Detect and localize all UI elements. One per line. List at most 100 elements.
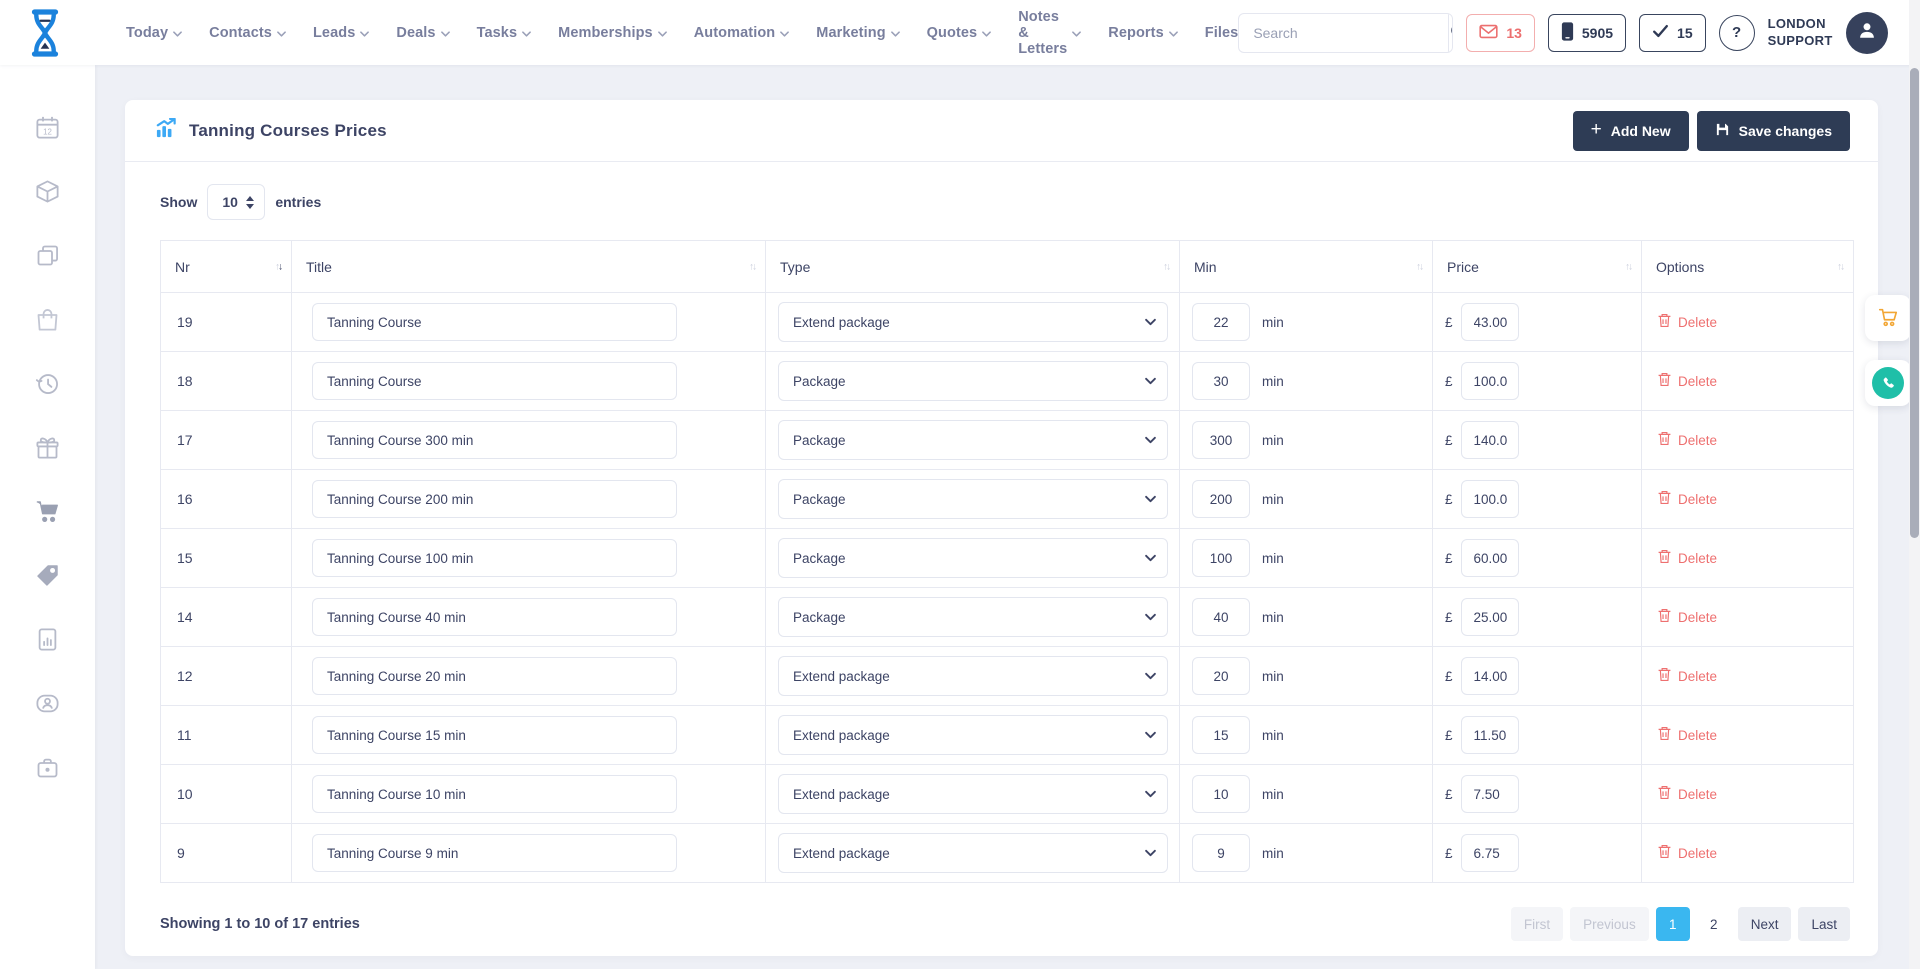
delete-button[interactable]: Delete <box>1658 490 1717 508</box>
app-logo-hourglass-icon[interactable] <box>24 6 66 60</box>
nav-item-deals[interactable]: Deals <box>396 25 449 41</box>
nav-item-marketing[interactable]: Marketing <box>816 25 899 41</box>
title-input[interactable] <box>312 775 677 813</box>
vertical-scrollbar[interactable] <box>1909 0 1920 969</box>
help-button[interactable]: ? <box>1719 15 1755 51</box>
floating-phone-button[interactable] <box>1865 360 1911 406</box>
type-select[interactable]: Package <box>778 597 1168 637</box>
page-button-next[interactable]: Next <box>1738 907 1792 941</box>
calls-badge[interactable]: 5905 <box>1548 14 1626 52</box>
type-select[interactable]: Extend package <box>778 833 1168 873</box>
delete-button[interactable]: Delete <box>1658 785 1717 803</box>
messages-badge[interactable]: 13 <box>1466 14 1535 52</box>
min-input[interactable] <box>1192 775 1250 813</box>
tasks-badge[interactable]: 15 <box>1639 14 1706 52</box>
price-input[interactable] <box>1461 303 1519 341</box>
sidebar-item-user-badge[interactable] <box>34 691 62 719</box>
nav-item-contacts[interactable]: Contacts <box>209 25 286 41</box>
type-select[interactable]: Package <box>778 479 1168 519</box>
min-input[interactable] <box>1192 421 1250 459</box>
sidebar-item-gift[interactable] <box>34 435 62 463</box>
min-input[interactable] <box>1192 716 1250 754</box>
min-input[interactable] <box>1192 834 1250 872</box>
nav-item-tasks[interactable]: Tasks <box>477 25 532 41</box>
price-input[interactable] <box>1461 598 1519 636</box>
type-select[interactable]: Package <box>778 538 1168 578</box>
price-input[interactable] <box>1461 539 1519 577</box>
title-input[interactable] <box>312 834 677 872</box>
title-input[interactable] <box>312 303 677 341</box>
delete-button[interactable]: Delete <box>1658 844 1717 862</box>
sidebar-item-calendar[interactable]: 12 <box>34 115 62 143</box>
nav-item-quotes[interactable]: Quotes <box>927 25 992 41</box>
delete-button[interactable]: Delete <box>1658 313 1717 331</box>
delete-button[interactable]: Delete <box>1658 726 1717 744</box>
type-select[interactable]: Extend package <box>778 302 1168 342</box>
nav-item-leads[interactable]: Leads <box>313 25 369 41</box>
delete-button[interactable]: Delete <box>1658 372 1717 390</box>
add-new-button[interactable]: + Add New <box>1573 111 1689 151</box>
price-input[interactable] <box>1461 421 1519 459</box>
title-input[interactable] <box>312 421 677 459</box>
nav-item-memberships[interactable]: Memberships <box>558 25 667 41</box>
avatar[interactable] <box>1846 12 1888 54</box>
sidebar-item-cart[interactable] <box>34 499 62 527</box>
type-select[interactable]: Package <box>778 420 1168 460</box>
min-input[interactable] <box>1192 362 1250 400</box>
type-select[interactable]: Extend package <box>778 715 1168 755</box>
nav-item-automation[interactable]: Automation <box>694 25 790 41</box>
page-size-select[interactable]: 10 <box>212 194 240 210</box>
min-input[interactable] <box>1192 539 1250 577</box>
sidebar-item-shopping-bag[interactable] <box>34 307 62 335</box>
price-input[interactable] <box>1461 716 1519 754</box>
title-input[interactable] <box>312 362 677 400</box>
delete-button[interactable]: Delete <box>1658 431 1717 449</box>
page-button-last[interactable]: Last <box>1798 907 1850 941</box>
page-button-1[interactable]: 1 <box>1656 907 1690 941</box>
price-input[interactable] <box>1461 834 1519 872</box>
page-button-2[interactable]: 2 <box>1697 907 1731 941</box>
search-button[interactable] <box>1448 14 1453 52</box>
nav-item-today[interactable]: Today <box>126 25 182 41</box>
delete-button[interactable]: Delete <box>1658 608 1717 626</box>
min-input[interactable] <box>1192 598 1250 636</box>
title-input[interactable] <box>312 539 677 577</box>
price-input[interactable] <box>1461 480 1519 518</box>
sidebar-item-history[interactable] <box>34 371 62 399</box>
sidebar-item-package[interactable] <box>34 179 62 207</box>
type-select[interactable]: Extend package <box>778 774 1168 814</box>
column-header-price[interactable]: Price↑↓ <box>1433 241 1642 293</box>
sidebar-item-price-tag[interactable] <box>34 563 62 591</box>
column-header-type[interactable]: Type↑↓ <box>766 241 1180 293</box>
min-input[interactable] <box>1192 480 1250 518</box>
column-header-min[interactable]: Min↑↓ <box>1180 241 1433 293</box>
sidebar-item-copy-pages[interactable] <box>34 243 62 271</box>
min-input[interactable] <box>1192 303 1250 341</box>
title-input[interactable] <box>312 598 677 636</box>
column-header-nr[interactable]: Nr↑↓ <box>161 241 292 293</box>
delete-button[interactable]: Delete <box>1658 667 1717 685</box>
scrollbar-thumb[interactable] <box>1910 68 1919 538</box>
type-select[interactable]: Package <box>778 361 1168 401</box>
sidebar-item-briefcase[interactable] <box>34 755 62 783</box>
title-input[interactable] <box>312 480 677 518</box>
price-input[interactable] <box>1461 657 1519 695</box>
floating-cart-button[interactable] <box>1865 295 1911 341</box>
save-changes-button[interactable]: Save changes <box>1697 111 1850 151</box>
nav-item-reports[interactable]: Reports <box>1108 25 1178 41</box>
search-input[interactable] <box>1239 25 1448 41</box>
page-button-first[interactable]: First <box>1511 907 1563 941</box>
nav-item-files[interactable]: Files <box>1205 25 1239 41</box>
price-input[interactable] <box>1461 775 1519 813</box>
page-button-previous[interactable]: Previous <box>1570 907 1649 941</box>
type-select[interactable]: Extend package <box>778 656 1168 696</box>
delete-button[interactable]: Delete <box>1658 549 1717 567</box>
title-input[interactable] <box>312 657 677 695</box>
nav-item-notes-letters[interactable]: Notes & Letters <box>1018 9 1081 57</box>
column-header-title[interactable]: Title↑↓ <box>292 241 766 293</box>
sidebar-item-report-chart[interactable] <box>34 627 62 655</box>
column-header-options[interactable]: Options↑↓ <box>1642 241 1854 293</box>
price-input[interactable] <box>1461 362 1519 400</box>
min-input[interactable] <box>1192 657 1250 695</box>
title-input[interactable] <box>312 716 677 754</box>
